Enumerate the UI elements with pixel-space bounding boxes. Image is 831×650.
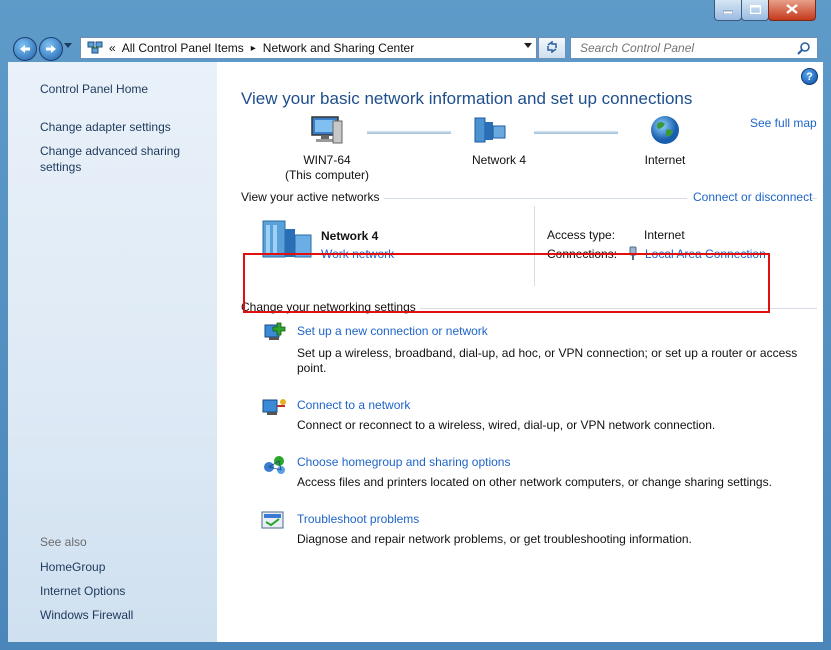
window: « All Control Panel Items ▸ Network and … bbox=[0, 0, 831, 650]
see-also-heading: See also bbox=[40, 535, 87, 549]
breadcrumb-all-control-panel-items[interactable]: All Control Panel Items bbox=[122, 41, 244, 55]
main-content: ? View your basic network information an… bbox=[217, 62, 823, 642]
highlight-box bbox=[243, 253, 770, 313]
homegroup-icon bbox=[261, 453, 287, 478]
active-networks-heading: View your active networks bbox=[241, 190, 384, 204]
active-network-name: Network 4 bbox=[321, 229, 379, 243]
network-icon bbox=[473, 116, 507, 147]
access-type-label: Access type: bbox=[547, 228, 616, 242]
task-connect-network-desc: Connect or reconnect to a wireless, wire… bbox=[297, 418, 716, 432]
minimize-button[interactable] bbox=[714, 0, 742, 21]
breadcrumb-overflow[interactable]: « bbox=[109, 41, 116, 55]
chevron-down-icon bbox=[64, 42, 72, 51]
new-connection-icon bbox=[261, 321, 287, 346]
map-internet-label: Internet bbox=[644, 153, 686, 167]
sidebar-item-change-advanced-sharing-settings[interactable]: Change advanced sharing settings bbox=[40, 143, 200, 175]
forward-button[interactable] bbox=[39, 37, 63, 61]
computer-icon bbox=[309, 115, 343, 148]
minimize-icon bbox=[722, 3, 734, 17]
task-setup-connection-link[interactable]: Set up a new connection or network bbox=[297, 324, 488, 338]
search-box[interactable] bbox=[570, 37, 818, 59]
breadcrumb-separator[interactable]: ▸ bbox=[251, 43, 256, 54]
task-homegroup-desc: Access files and printers located on oth… bbox=[297, 475, 772, 489]
forward-arrow-icon bbox=[45, 42, 57, 57]
address-toolbar: « All Control Panel Items ▸ Network and … bbox=[0, 32, 831, 62]
internet-globe-icon bbox=[649, 114, 681, 149]
maximize-button[interactable] bbox=[741, 0, 769, 21]
sidebar-item-change-adapter-settings[interactable]: Change adapter settings bbox=[40, 119, 171, 135]
address-field[interactable]: « All Control Panel Items ▸ Network and … bbox=[80, 37, 537, 59]
address-dropdown-icon[interactable] bbox=[524, 42, 532, 51]
task-connect-network-link[interactable]: Connect to a network bbox=[297, 398, 410, 412]
back-arrow-icon bbox=[19, 42, 31, 57]
task-troubleshoot-link[interactable]: Troubleshoot problems bbox=[297, 512, 419, 526]
recent-pages-dropdown[interactable] bbox=[64, 42, 72, 52]
see-full-map-link[interactable]: See full map bbox=[750, 116, 817, 130]
task-homegroup-link[interactable]: Choose homegroup and sharing options bbox=[297, 455, 510, 469]
map-connector-line bbox=[534, 131, 618, 134]
network-folder-icon bbox=[87, 39, 103, 58]
map-network-label[interactable]: Network 4 bbox=[449, 153, 549, 168]
connect-or-disconnect-link[interactable]: Connect or disconnect bbox=[687, 190, 813, 204]
troubleshoot-icon bbox=[261, 510, 285, 533]
close-icon bbox=[786, 3, 798, 17]
access-type-value: Internet bbox=[644, 228, 685, 242]
sidebar-item-homegroup[interactable]: HomeGroup bbox=[40, 559, 105, 575]
map-connector-line bbox=[367, 131, 451, 134]
connect-network-icon bbox=[261, 396, 287, 421]
computer-name-label: WIN7-64 bbox=[303, 153, 351, 167]
refresh-button[interactable] bbox=[538, 37, 566, 59]
title-bar bbox=[0, 0, 831, 32]
maximize-icon bbox=[749, 3, 761, 17]
sidebar: Control Panel Home Change adapter settin… bbox=[8, 62, 217, 642]
search-input[interactable] bbox=[578, 40, 792, 56]
sidebar-item-control-panel-home[interactable]: Control Panel Home bbox=[40, 81, 148, 97]
breadcrumb-network-sharing-center[interactable]: Network and Sharing Center bbox=[263, 41, 414, 55]
refresh-icon bbox=[545, 40, 559, 56]
task-troubleshoot-desc: Diagnose and repair network problems, or… bbox=[297, 532, 692, 546]
sidebar-item-internet-options[interactable]: Internet Options bbox=[40, 583, 125, 599]
help-icon[interactable]: ? bbox=[801, 68, 818, 85]
close-button[interactable] bbox=[768, 0, 816, 21]
computer-sub-label: (This computer) bbox=[284, 168, 370, 182]
task-setup-connection-desc: Set up a wireless, broadband, dial-up, a… bbox=[297, 346, 798, 375]
sidebar-item-windows-firewall[interactable]: Windows Firewall bbox=[40, 607, 133, 623]
page-title: View your basic network information and … bbox=[241, 89, 693, 108]
back-button[interactable] bbox=[13, 37, 37, 61]
client-area: Control Panel Home Change adapter settin… bbox=[8, 62, 823, 642]
search-icon[interactable] bbox=[797, 41, 811, 58]
